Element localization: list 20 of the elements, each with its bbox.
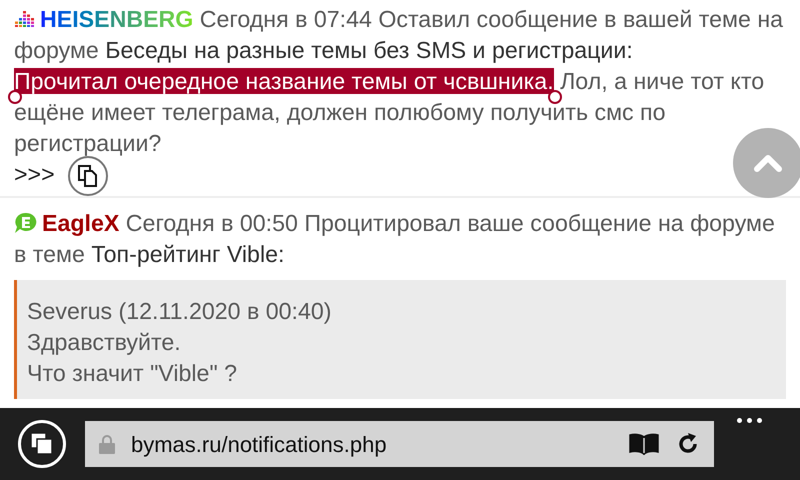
quote-line: Что значит "Vible" ? — [27, 359, 238, 388]
topic-link[interactable]: Топ-рейтинг Vible: — [91, 241, 284, 267]
tabs-icon — [30, 432, 54, 456]
lock-icon — [99, 434, 115, 454]
quote-line: Severus (12.11.2020 в 00:40) — [27, 297, 333, 326]
book-icon[interactable] — [628, 433, 660, 455]
chevron-up-icon — [753, 153, 783, 173]
selection-handle[interactable] — [548, 90, 562, 104]
topic-link[interactable]: Беседы на разные темы без SMS и регистрации: — [105, 37, 633, 63]
address-field[interactable]: bymas.ru/notifications.php — [85, 421, 714, 467]
user-link[interactable]: EagleX — [42, 210, 120, 236]
tabs-button[interactable] — [18, 420, 66, 468]
notification-text: EagleX Сегодня в 00:50 Процитировал ваше сообщение на форуме в теме Топ-рейтинг Vible: — [14, 209, 776, 269]
speech-bubble-icon — [14, 212, 38, 234]
url-text: bymas.ru/notifications.php — [131, 430, 388, 459]
more-link[interactable]: >>> — [14, 162, 55, 186]
copy-button[interactable] — [68, 156, 108, 196]
copy-icon — [78, 165, 98, 187]
quote-line: Здравствуйте. — [27, 328, 182, 357]
notification-text: HEISENBERG Сегодня в 07:44 Оставил сообщение в вашей теме на форуме Беседы на разные темы без SMS и регистрации: Прочитал очередное название темы от чсвшника. Лол, а ниче тот кто ещёне имеет телеграма, должен полюбому получить смс по регистрации? — [14, 4, 786, 159]
